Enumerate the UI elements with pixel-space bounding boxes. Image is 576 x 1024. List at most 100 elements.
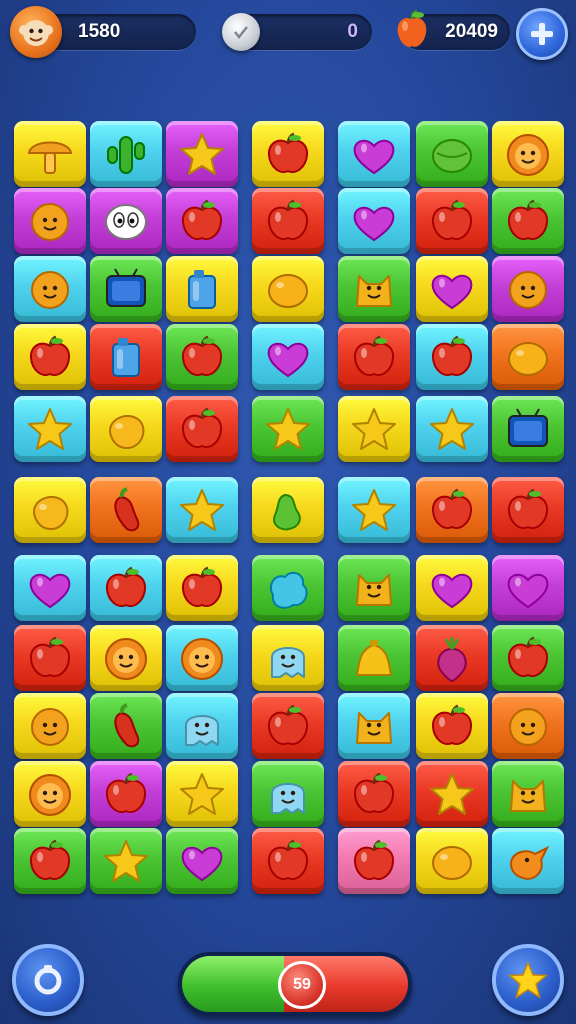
board-tile[interactable] xyxy=(338,188,410,254)
board-tile[interactable] xyxy=(338,256,410,322)
board-tile[interactable] xyxy=(166,761,238,827)
star-icon xyxy=(430,408,474,450)
board-tile[interactable] xyxy=(416,324,488,390)
board-tile[interactable] xyxy=(166,188,238,254)
board-tile[interactable] xyxy=(90,121,162,187)
board-tile[interactable] xyxy=(166,396,238,462)
fruit-icon xyxy=(392,8,432,52)
board-tile[interactable] xyxy=(166,693,238,759)
pear-icon xyxy=(273,493,301,531)
board-tile[interactable] xyxy=(416,761,488,827)
board-tile[interactable] xyxy=(338,693,410,759)
monkey-avatar-icon[interactable] xyxy=(10,6,62,58)
board-tile[interactable] xyxy=(14,188,86,254)
lion-face-icon xyxy=(29,774,71,816)
mango-icon xyxy=(109,415,145,450)
board-tile[interactable] xyxy=(338,324,410,390)
board-tile[interactable] xyxy=(338,761,410,827)
board-tile[interactable] xyxy=(90,555,162,621)
eyes-face-icon xyxy=(105,204,147,240)
board-tile[interactable] xyxy=(252,256,324,322)
board-tile[interactable] xyxy=(166,625,238,691)
cat-face-icon xyxy=(510,780,546,812)
mushroom-icon xyxy=(27,141,73,174)
board-tile[interactable] xyxy=(90,256,162,322)
board-tile[interactable] xyxy=(166,477,238,543)
board-tile[interactable] xyxy=(14,625,86,691)
level-progress-bar: 59 xyxy=(178,952,412,1016)
board-tile[interactable] xyxy=(14,761,86,827)
board-tile[interactable] xyxy=(416,256,488,322)
board-tile[interactable] xyxy=(416,188,488,254)
refresh-button[interactable] xyxy=(12,944,84,1016)
star-icon xyxy=(180,133,224,175)
board-tile[interactable] xyxy=(492,121,564,187)
board-tile[interactable] xyxy=(416,477,488,543)
board-tile[interactable] xyxy=(90,693,162,759)
blob-icon xyxy=(269,571,308,609)
board-tile[interactable] xyxy=(14,828,86,894)
board-tile[interactable] xyxy=(252,477,324,543)
board-tile[interactable] xyxy=(416,828,488,894)
apple-icon xyxy=(29,335,71,376)
board-tile[interactable] xyxy=(14,693,86,759)
board-tile[interactable] xyxy=(252,396,324,462)
board-tile[interactable] xyxy=(492,693,564,759)
board-tile[interactable] xyxy=(492,324,564,390)
apple-icon xyxy=(431,199,473,240)
board-tile[interactable] xyxy=(338,555,410,621)
board-tile[interactable] xyxy=(338,121,410,187)
lion-face-icon xyxy=(181,638,223,680)
board-tile[interactable] xyxy=(338,828,410,894)
board-tile[interactable] xyxy=(416,121,488,187)
board-tile[interactable] xyxy=(416,555,488,621)
board-tile[interactable] xyxy=(416,693,488,759)
board-tile[interactable] xyxy=(492,625,564,691)
board-tile[interactable] xyxy=(492,828,564,894)
board-tile[interactable] xyxy=(90,188,162,254)
board-tile[interactable] xyxy=(252,121,324,187)
board-tile[interactable] xyxy=(14,477,86,543)
board-tile[interactable] xyxy=(492,256,564,322)
board-tile[interactable] xyxy=(90,324,162,390)
board-tile[interactable] xyxy=(416,396,488,462)
board-tile[interactable] xyxy=(14,555,86,621)
board-tile[interactable] xyxy=(90,477,162,543)
board-tile[interactable] xyxy=(492,761,564,827)
board-tile[interactable] xyxy=(338,477,410,543)
board-tile[interactable] xyxy=(166,828,238,894)
ghost-face-icon xyxy=(271,783,305,814)
board-tile[interactable] xyxy=(166,121,238,187)
board-tile[interactable] xyxy=(14,396,86,462)
star-button[interactable] xyxy=(492,944,564,1016)
board-tile[interactable] xyxy=(90,396,162,462)
board-tile[interactable] xyxy=(166,324,238,390)
board-tile[interactable] xyxy=(252,761,324,827)
board-tile[interactable] xyxy=(166,256,238,322)
board-tile[interactable] xyxy=(252,693,324,759)
board-tile[interactable] xyxy=(166,555,238,621)
apple-icon xyxy=(181,407,223,448)
board-tile[interactable] xyxy=(14,121,86,187)
board-tile[interactable] xyxy=(90,761,162,827)
board-tile[interactable] xyxy=(492,555,564,621)
add-button[interactable] xyxy=(516,8,568,60)
board-tile[interactable] xyxy=(416,625,488,691)
board-tile[interactable] xyxy=(252,625,324,691)
board-tile[interactable] xyxy=(252,188,324,254)
progress-knob[interactable]: 59 xyxy=(278,961,326,1009)
board-tile[interactable] xyxy=(90,625,162,691)
board-tile[interactable] xyxy=(14,256,86,322)
cactus-icon xyxy=(107,136,145,174)
board-tile[interactable] xyxy=(252,324,324,390)
board-tile[interactable] xyxy=(492,396,564,462)
board-tile[interactable] xyxy=(252,555,324,621)
board-tile[interactable] xyxy=(338,396,410,462)
board-tile[interactable] xyxy=(338,625,410,691)
board-tile[interactable] xyxy=(252,828,324,894)
board-tile[interactable] xyxy=(14,324,86,390)
board-tile[interactable] xyxy=(90,828,162,894)
board-tile[interactable] xyxy=(492,477,564,543)
cup-icon xyxy=(188,270,216,309)
board-tile[interactable] xyxy=(492,188,564,254)
